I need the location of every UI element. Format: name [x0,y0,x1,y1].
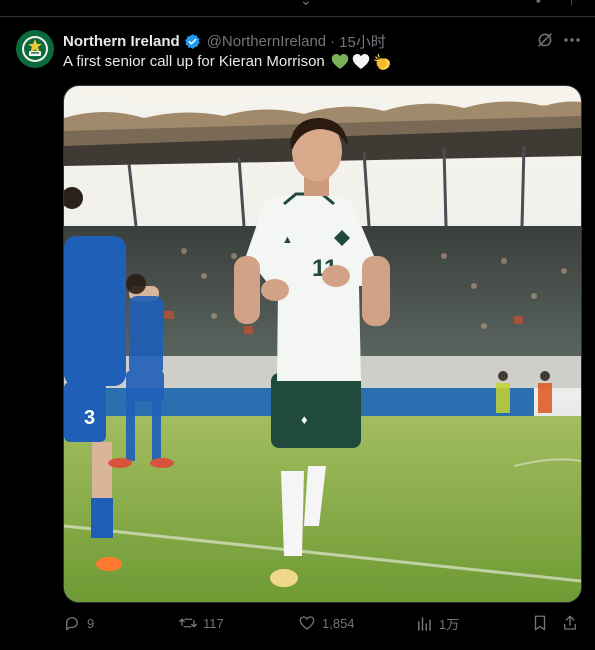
northern-ireland-crest-icon [16,30,54,68]
more-options-icon[interactable] [562,31,582,49]
repost-count: 117 [203,615,224,631]
post-actions: 9 117 1,854 1万 [63,614,583,634]
views-button[interactable]: 1万 [415,614,459,633]
svg-text:♦: ♦ [301,412,308,427]
share-button[interactable] [561,614,579,632]
views-count: 1万 [439,617,460,632]
heart-icon [299,616,315,630]
author-display-name[interactable]: Northern Ireland [63,33,180,50]
previous-post-bookmark-icon[interactable]: ▪ [536,0,541,8]
white-heart-icon [352,53,370,69]
grok-icon[interactable] [536,31,554,49]
share-icon [564,615,576,630]
separator-dot: · [330,32,336,50]
svg-text:▲: ▲ [282,234,293,246]
green-heart-icon [331,53,349,69]
svg-text:3: 3 [84,407,95,429]
football-player-photo: 3 ♦ 11 ▲ [64,86,581,602]
post[interactable]: Northern Ireland @NorthernIreland · 15小时… [0,17,595,650]
like-count: 1,854 [322,615,355,631]
clapping-hands-icon [374,53,390,70]
bookmark-button[interactable] [531,614,549,632]
post-header: Northern Ireland @NorthernIreland · 15小时 [63,31,386,51]
repost-icon [179,618,197,628]
avatar[interactable] [16,30,54,68]
like-button[interactable]: 1,854 [298,614,355,632]
reply-icon [66,617,78,631]
repost-button[interactable]: 117 [179,614,224,632]
previous-post-share-icon[interactable]: ↑ [568,0,575,8]
post-text-content: A first senior call up for Kieran Morris… [63,53,325,70]
reply-button[interactable]: 9 [63,614,94,632]
reply-count: 9 [87,615,95,631]
post-photo[interactable]: 3 ♦ 11 ▲ [63,85,582,603]
author-handle[interactable]: @NorthernIreland [207,33,326,50]
post-text: A first senior call up for Kieran Morris… [63,52,393,72]
post-timestamp[interactable]: 15小时 [339,31,386,52]
bookmark-icon [534,615,546,631]
views-chart-icon [418,616,431,631]
previous-post-icon: ⌄ [300,0,312,8]
verified-badge-icon[interactable] [184,33,201,50]
previous-post-action-bar: ⌄ ▪ ↑ [0,0,595,17]
